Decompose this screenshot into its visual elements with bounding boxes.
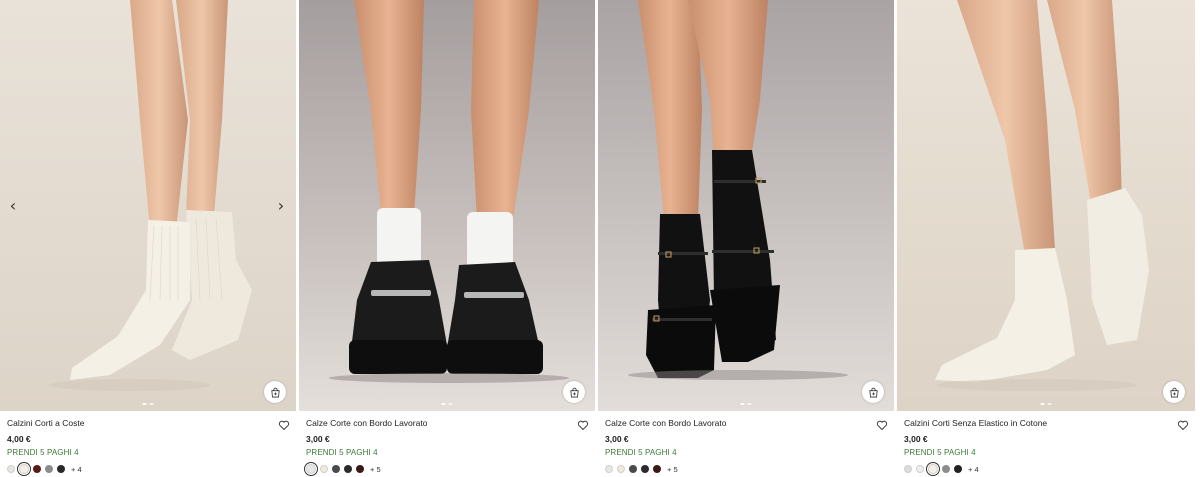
product-photo — [0, 0, 296, 411]
color-swatch[interactable] — [904, 465, 912, 473]
product-price: 3,00 € — [605, 434, 629, 444]
product-grid: ‹ › Calzini Corti a Coste 4,00 € PRENDI … — [0, 0, 1200, 477]
bag-plus-icon — [569, 387, 579, 397]
color-swatch[interactable] — [57, 465, 65, 473]
product-card[interactable]: Calze Corte con Bordo Lavorato 3,00 € PR… — [598, 0, 894, 477]
color-swatch[interactable] — [33, 465, 41, 473]
product-card[interactable]: Calzini Corti Senza Elastico in Cotone 3… — [897, 0, 1195, 477]
color-swatch[interactable] — [916, 465, 924, 473]
heart-icon[interactable] — [1177, 419, 1189, 431]
promo-label: PRENDI 5 PAGHI 4 — [7, 448, 79, 457]
color-swatch[interactable] — [605, 465, 613, 473]
product-photo — [598, 0, 894, 411]
color-swatch[interactable] — [306, 464, 316, 474]
product-price: 3,00 € — [306, 434, 330, 444]
color-swatch[interactable] — [19, 464, 29, 474]
more-colors-label[interactable]: + 5 — [370, 465, 381, 474]
product-info: Calze Corte con Bordo Lavorato 3,00 € PR… — [598, 411, 894, 475]
product-card[interactable]: Calze Corte con Bordo Lavorato 3,00 € PR… — [299, 0, 595, 477]
color-swatch[interactable] — [7, 465, 15, 473]
product-name[interactable]: Calze Corte con Bordo Lavorato — [605, 417, 887, 430]
more-colors-label[interactable]: + 4 — [968, 465, 979, 474]
quick-add-button[interactable] — [1163, 381, 1185, 403]
product-photo — [299, 0, 595, 411]
product-card[interactable]: ‹ › Calzini Corti a Coste 4,00 € PRENDI … — [0, 0, 296, 477]
next-image-button[interactable]: › — [271, 196, 291, 216]
image-pagination — [1040, 403, 1052, 405]
color-swatches: + 5 — [306, 463, 588, 475]
product-name[interactable]: Calzini Corti a Coste — [7, 417, 289, 430]
promo-label: PRENDI 5 PAGHI 4 — [306, 448, 378, 457]
promo-label: PRENDI 5 PAGHI 4 — [605, 448, 677, 457]
color-swatch[interactable] — [942, 465, 950, 473]
prev-image-button[interactable]: ‹ — [3, 196, 23, 216]
color-swatch[interactable] — [332, 465, 340, 473]
color-swatch[interactable] — [320, 465, 328, 473]
heart-icon[interactable] — [876, 419, 888, 431]
color-swatches: + 4 — [7, 463, 289, 475]
product-info: Calzini Corti a Coste 4,00 € PRENDI 5 PA… — [0, 411, 296, 475]
product-name[interactable]: Calze Corte con Bordo Lavorato — [306, 417, 588, 430]
color-swatch[interactable] — [356, 465, 364, 473]
color-swatch[interactable] — [344, 465, 352, 473]
product-price: 3,00 € — [904, 434, 928, 444]
bag-plus-icon — [1169, 387, 1179, 397]
bag-plus-icon — [270, 387, 280, 397]
color-swatch[interactable] — [617, 465, 625, 473]
color-swatch[interactable] — [629, 465, 637, 473]
product-image[interactable]: ‹ › — [0, 0, 296, 411]
color-swatches: + 4 — [904, 463, 1188, 475]
product-info: Calze Corte con Bordo Lavorato 3,00 € PR… — [299, 411, 595, 475]
quick-add-button[interactable] — [264, 381, 286, 403]
heart-icon[interactable] — [577, 419, 589, 431]
image-pagination — [441, 403, 453, 405]
color-swatch[interactable] — [653, 465, 661, 473]
image-pagination — [740, 403, 752, 405]
color-swatch[interactable] — [954, 465, 962, 473]
color-swatch[interactable] — [928, 464, 938, 474]
product-price: 4,00 € — [7, 434, 31, 444]
product-info: Calzini Corti Senza Elastico in Cotone 3… — [897, 411, 1195, 475]
more-colors-label[interactable]: + 4 — [71, 465, 82, 474]
heart-icon[interactable] — [278, 419, 290, 431]
product-photo — [897, 0, 1195, 411]
promo-label: PRENDI 5 PAGHI 4 — [904, 448, 976, 457]
color-swatch[interactable] — [45, 465, 53, 473]
quick-add-button[interactable] — [563, 381, 585, 403]
image-pagination — [142, 403, 154, 405]
product-name[interactable]: Calzini Corti Senza Elastico in Cotone — [904, 417, 1188, 430]
more-colors-label[interactable]: + 5 — [667, 465, 678, 474]
product-image[interactable] — [598, 0, 894, 411]
quick-add-button[interactable] — [862, 381, 884, 403]
color-swatch[interactable] — [641, 465, 649, 473]
product-image[interactable] — [897, 0, 1195, 411]
bag-plus-icon — [868, 387, 878, 397]
product-image[interactable] — [299, 0, 595, 411]
color-swatches: + 5 — [605, 463, 887, 475]
